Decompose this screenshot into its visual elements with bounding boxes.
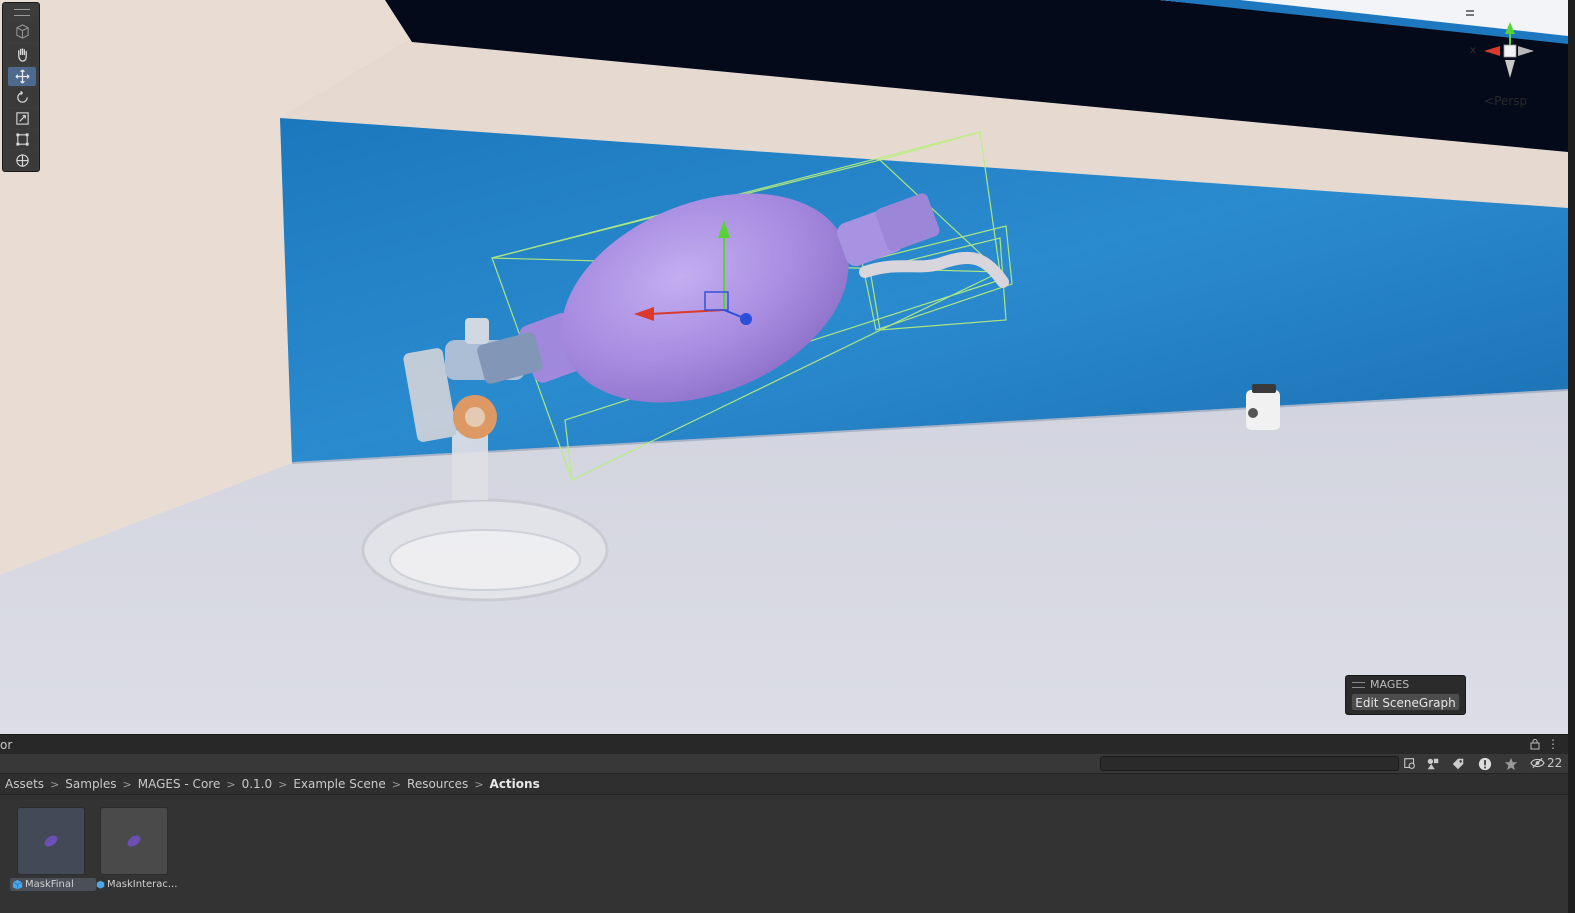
breadcrumb-item-actions[interactable]: Actions xyxy=(490,777,540,791)
search-input[interactable] xyxy=(1100,756,1399,771)
chevron-right-icon: > xyxy=(122,777,132,791)
neg-x-axis-cone-icon[interactable] xyxy=(1518,46,1534,56)
transform-tool-button[interactable] xyxy=(8,151,36,170)
scene-viewport[interactable] xyxy=(0,0,1568,734)
scene-view[interactable]: x <Persp MAGES Edit SceneGraph xyxy=(0,0,1568,734)
exclamation-icon xyxy=(1478,757,1492,771)
breadcrumb-item-version[interactable]: 0.1.0 xyxy=(242,777,273,791)
search-by-type-button[interactable] xyxy=(1402,756,1418,772)
breadcrumb-item-assets[interactable]: Assets xyxy=(5,777,44,791)
move-arrows-icon xyxy=(15,69,29,84)
breadcrumb-item-resources[interactable]: Resources xyxy=(407,777,468,791)
view-tool-button[interactable] xyxy=(8,22,36,41)
hidden-packages-toggle[interactable]: 22 xyxy=(1530,756,1562,770)
gizmo-center-cube-icon[interactable] xyxy=(1503,44,1517,58)
asset-item[interactable]: MaskInterac... xyxy=(96,807,177,891)
important-filter-button[interactable] xyxy=(1477,756,1493,772)
chevron-right-icon: > xyxy=(50,777,60,791)
breadcrumb-item-mages-core[interactable]: MAGES - Core xyxy=(138,777,221,791)
asset-grid: MaskFinal MaskInterac... xyxy=(0,795,1568,913)
neg-y-axis-cone-icon[interactable] xyxy=(1505,60,1515,78)
scale-tool-button[interactable] xyxy=(8,109,36,128)
chevron-right-icon: > xyxy=(278,777,288,791)
asset-thumbnail[interactable] xyxy=(17,807,85,875)
asset-item[interactable]: MaskFinal xyxy=(10,807,96,891)
panel-tab-label[interactable]: or xyxy=(0,738,12,752)
prefab-cube-icon xyxy=(12,879,23,890)
asset-thumbnail[interactable] xyxy=(100,807,168,875)
asset-label: MaskInterac... xyxy=(94,878,180,891)
transform-icon xyxy=(15,154,29,167)
overlay-grip[interactable] xyxy=(1352,682,1365,688)
filter-by-type-button[interactable] xyxy=(1425,756,1441,772)
rotate-tool-button[interactable] xyxy=(8,88,36,107)
projection-label: Persp xyxy=(1494,94,1528,108)
asset-label: MaskFinal xyxy=(10,878,96,891)
rect-transform-icon xyxy=(15,133,29,146)
toolbar-grip[interactable] xyxy=(14,9,30,16)
mesh-preview-icon xyxy=(44,835,58,847)
project-panel-header: or ⋮ xyxy=(0,734,1568,754)
window-edge xyxy=(1568,0,1575,913)
bottle-model xyxy=(1246,384,1280,430)
eye-slash-icon xyxy=(1530,757,1545,769)
x-axis-cone-icon[interactable] xyxy=(1484,46,1500,56)
chevron-right-icon: > xyxy=(391,777,402,791)
lock-icon[interactable] xyxy=(1529,738,1541,750)
mesh-preview-icon xyxy=(127,835,141,847)
chevron-right-icon: > xyxy=(226,777,236,791)
scene-tools-toolbar xyxy=(2,2,40,172)
edit-scenegraph-button[interactable]: Edit SceneGraph xyxy=(1351,693,1460,711)
breadcrumb: Assets > Samples > MAGES - Core > 0.1.0 … xyxy=(0,774,1568,795)
cube-icon xyxy=(15,24,29,39)
breadcrumb-item-samples[interactable]: Samples xyxy=(65,777,116,791)
rotate-icon xyxy=(16,90,28,103)
tag-icon xyxy=(1452,758,1464,770)
rect-tool-button[interactable] xyxy=(8,130,36,149)
favorites-button[interactable] xyxy=(1503,756,1519,772)
mages-overlay: MAGES Edit SceneGraph xyxy=(1345,675,1466,715)
asset-name: MaskInterac... xyxy=(107,879,178,890)
scale-icon xyxy=(15,112,29,125)
y-axis-cone-icon[interactable] xyxy=(1505,22,1515,34)
project-toolbar: 22 xyxy=(0,754,1568,774)
shapes-icon xyxy=(1427,758,1439,770)
breadcrumb-item-example-scene[interactable]: Example Scene xyxy=(293,777,385,791)
gizmo-x-label: x xyxy=(1470,45,1476,56)
chevron-left-icon: < xyxy=(1484,94,1495,108)
star-icon xyxy=(1504,757,1518,771)
chevron-right-icon: > xyxy=(474,777,484,791)
move-tool-button[interactable] xyxy=(8,67,36,86)
search-filter-icon xyxy=(1404,758,1415,769)
hand-tool-button[interactable] xyxy=(8,45,36,64)
filter-by-label-button[interactable] xyxy=(1450,756,1466,772)
hidden-count-label: 22 xyxy=(1547,756,1563,770)
kebab-menu-icon[interactable]: ⋮ xyxy=(1547,738,1559,750)
prefab-cube-icon xyxy=(96,880,105,889)
projection-toggle[interactable]: <Persp xyxy=(1484,94,1527,108)
hand-icon xyxy=(17,48,27,62)
asset-name: MaskFinal xyxy=(25,879,74,890)
mages-overlay-title: MAGES xyxy=(1370,678,1410,691)
